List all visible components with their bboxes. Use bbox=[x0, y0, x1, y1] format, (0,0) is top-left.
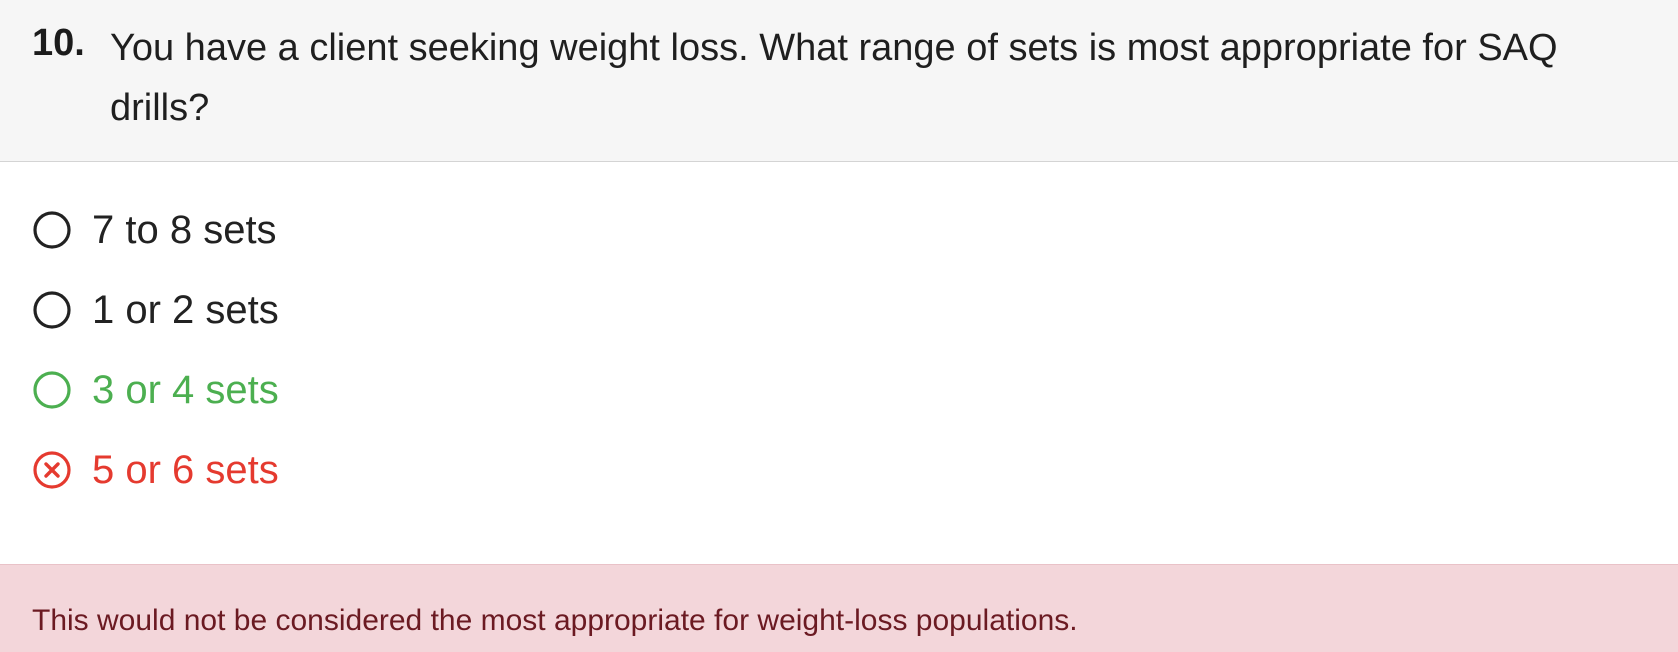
question-text: You have a client seeking weight loss. W… bbox=[110, 27, 1558, 129]
option-3-or-4-sets[interactable]: 3 or 4 sets bbox=[32, 362, 279, 418]
option-label: 7 to 8 sets bbox=[92, 208, 277, 252]
question-header: 10. You have a client seeking weight los… bbox=[0, 0, 1678, 162]
option-label: 5 or 6 sets bbox=[92, 448, 279, 492]
quiz-question-card: 10. You have a client seeking weight los… bbox=[0, 0, 1678, 652]
radio-empty-icon[interactable] bbox=[32, 290, 72, 330]
option-label: 1 or 2 sets bbox=[92, 288, 279, 332]
option-label: 3 or 4 sets bbox=[92, 368, 279, 412]
radio-correct-icon[interactable] bbox=[32, 370, 72, 410]
radio-empty-icon[interactable] bbox=[32, 210, 72, 250]
radio-x-icon[interactable] bbox=[32, 450, 72, 490]
question-number: 10. bbox=[32, 22, 85, 64]
option-7-to-8-sets[interactable]: 7 to 8 sets bbox=[32, 202, 277, 258]
feedback-banner: This would not be considered the most ap… bbox=[0, 564, 1678, 652]
option-5-or-6-sets[interactable]: 5 or 6 sets bbox=[32, 442, 279, 498]
option-1-or-2-sets[interactable]: 1 or 2 sets bbox=[32, 282, 279, 338]
feedback-text: This would not be considered the most ap… bbox=[32, 604, 1078, 637]
answer-options: 7 to 8 sets 1 or 2 sets 3 or 4 sets 5 or… bbox=[0, 163, 1678, 563]
